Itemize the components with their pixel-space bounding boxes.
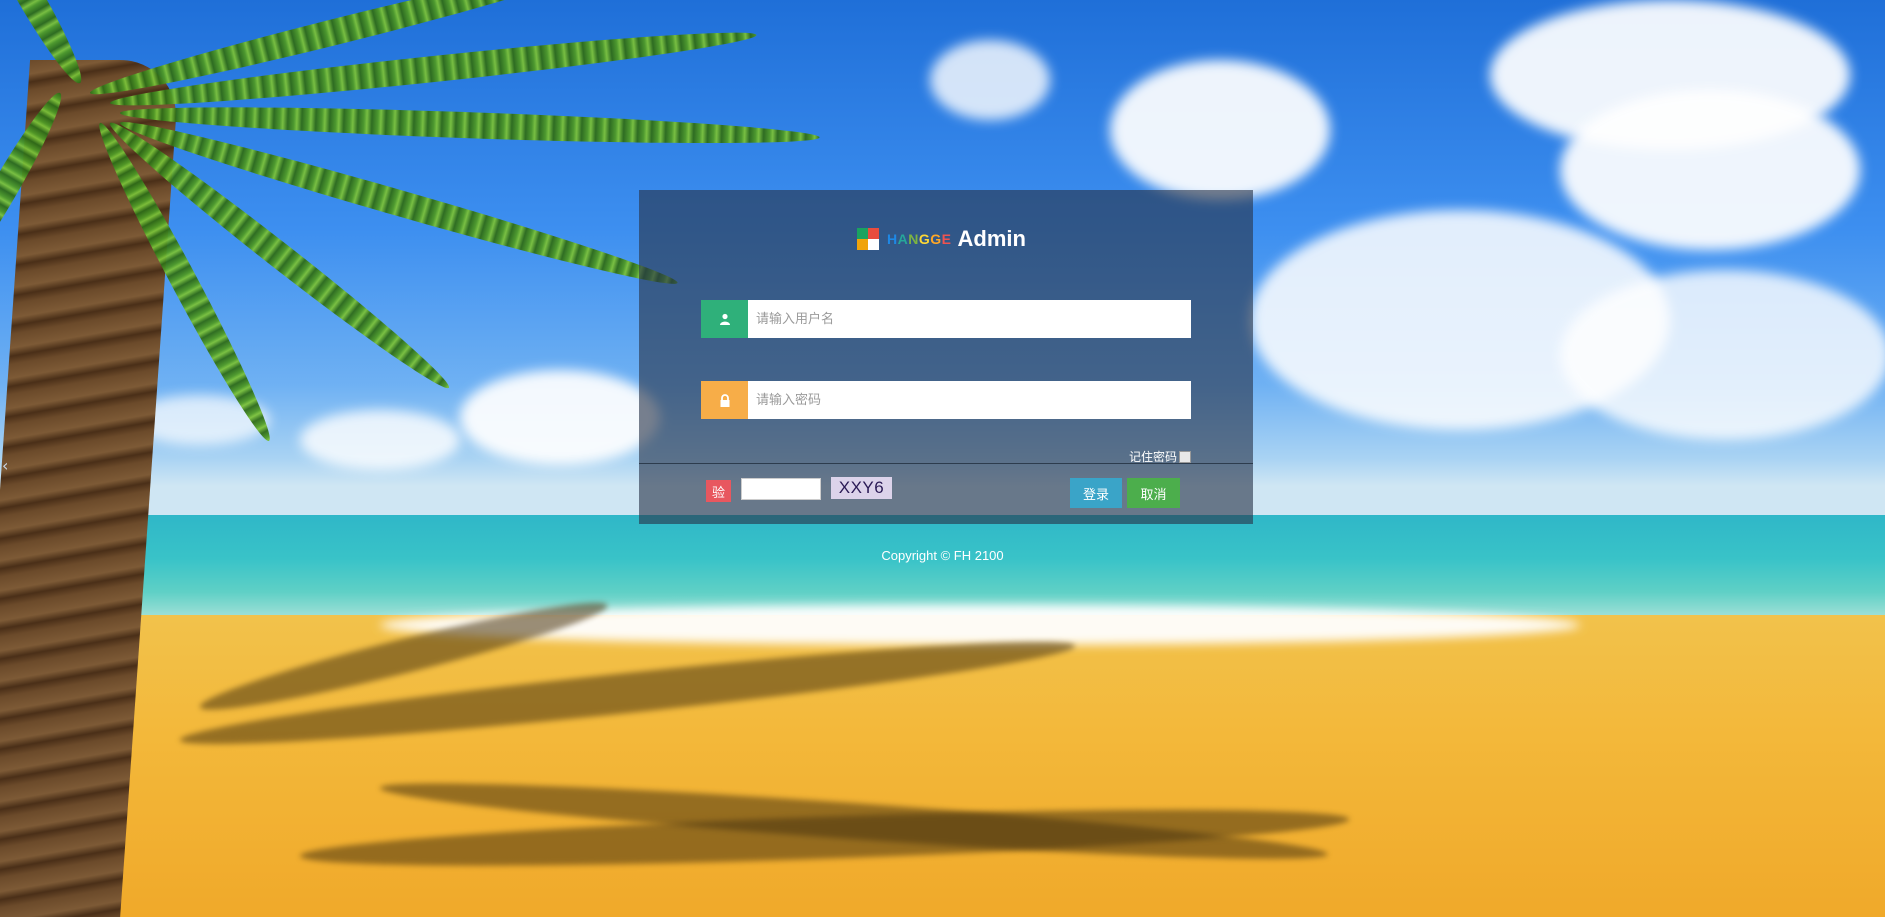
cloud xyxy=(1110,60,1330,200)
logo: HANGGE Admin xyxy=(857,224,1026,254)
user-icon xyxy=(701,300,748,338)
cloud xyxy=(1560,90,1860,250)
lock-icon xyxy=(701,381,748,419)
login-panel: HANGGE Admin 记住密码 xyxy=(639,190,1253,524)
logo-letter: A xyxy=(897,231,909,247)
cloud xyxy=(1560,270,1885,440)
cloud xyxy=(930,40,1050,120)
password-input[interactable] xyxy=(748,381,1191,419)
username-field xyxy=(701,300,1191,338)
captcha-image[interactable]: XXY6 xyxy=(831,477,892,499)
logo-admin-text: Admin xyxy=(957,226,1026,251)
logo-letter: H xyxy=(887,231,898,247)
captcha-input[interactable] xyxy=(741,478,821,500)
logo-grid-icon xyxy=(857,228,879,250)
cloud xyxy=(460,370,660,465)
logo-letter: G xyxy=(930,231,942,247)
cancel-button[interactable]: 取消 xyxy=(1127,478,1180,508)
logo-hangge-text: HANGGE xyxy=(887,231,952,247)
logo-letter: N xyxy=(908,231,919,247)
username-input[interactable] xyxy=(748,300,1191,338)
divider xyxy=(639,463,1253,464)
remember-checkbox[interactable] xyxy=(1179,450,1191,463)
logo-letter: G xyxy=(918,231,931,247)
logo-letter: E xyxy=(941,231,952,247)
left-edge-arrow-icon: ‹ xyxy=(2,456,9,475)
verify-tag: 验 xyxy=(706,480,731,502)
password-field xyxy=(701,381,1191,419)
login-button[interactable]: 登录 xyxy=(1070,478,1122,508)
background-scene: ‹ HANGGE Admin 请输入用户名 记住密码 验 XXY6 登录 取消 … xyxy=(0,0,1885,917)
cloud xyxy=(300,410,460,470)
copyright-text: Copyright © FH 2100 xyxy=(881,548,1004,563)
